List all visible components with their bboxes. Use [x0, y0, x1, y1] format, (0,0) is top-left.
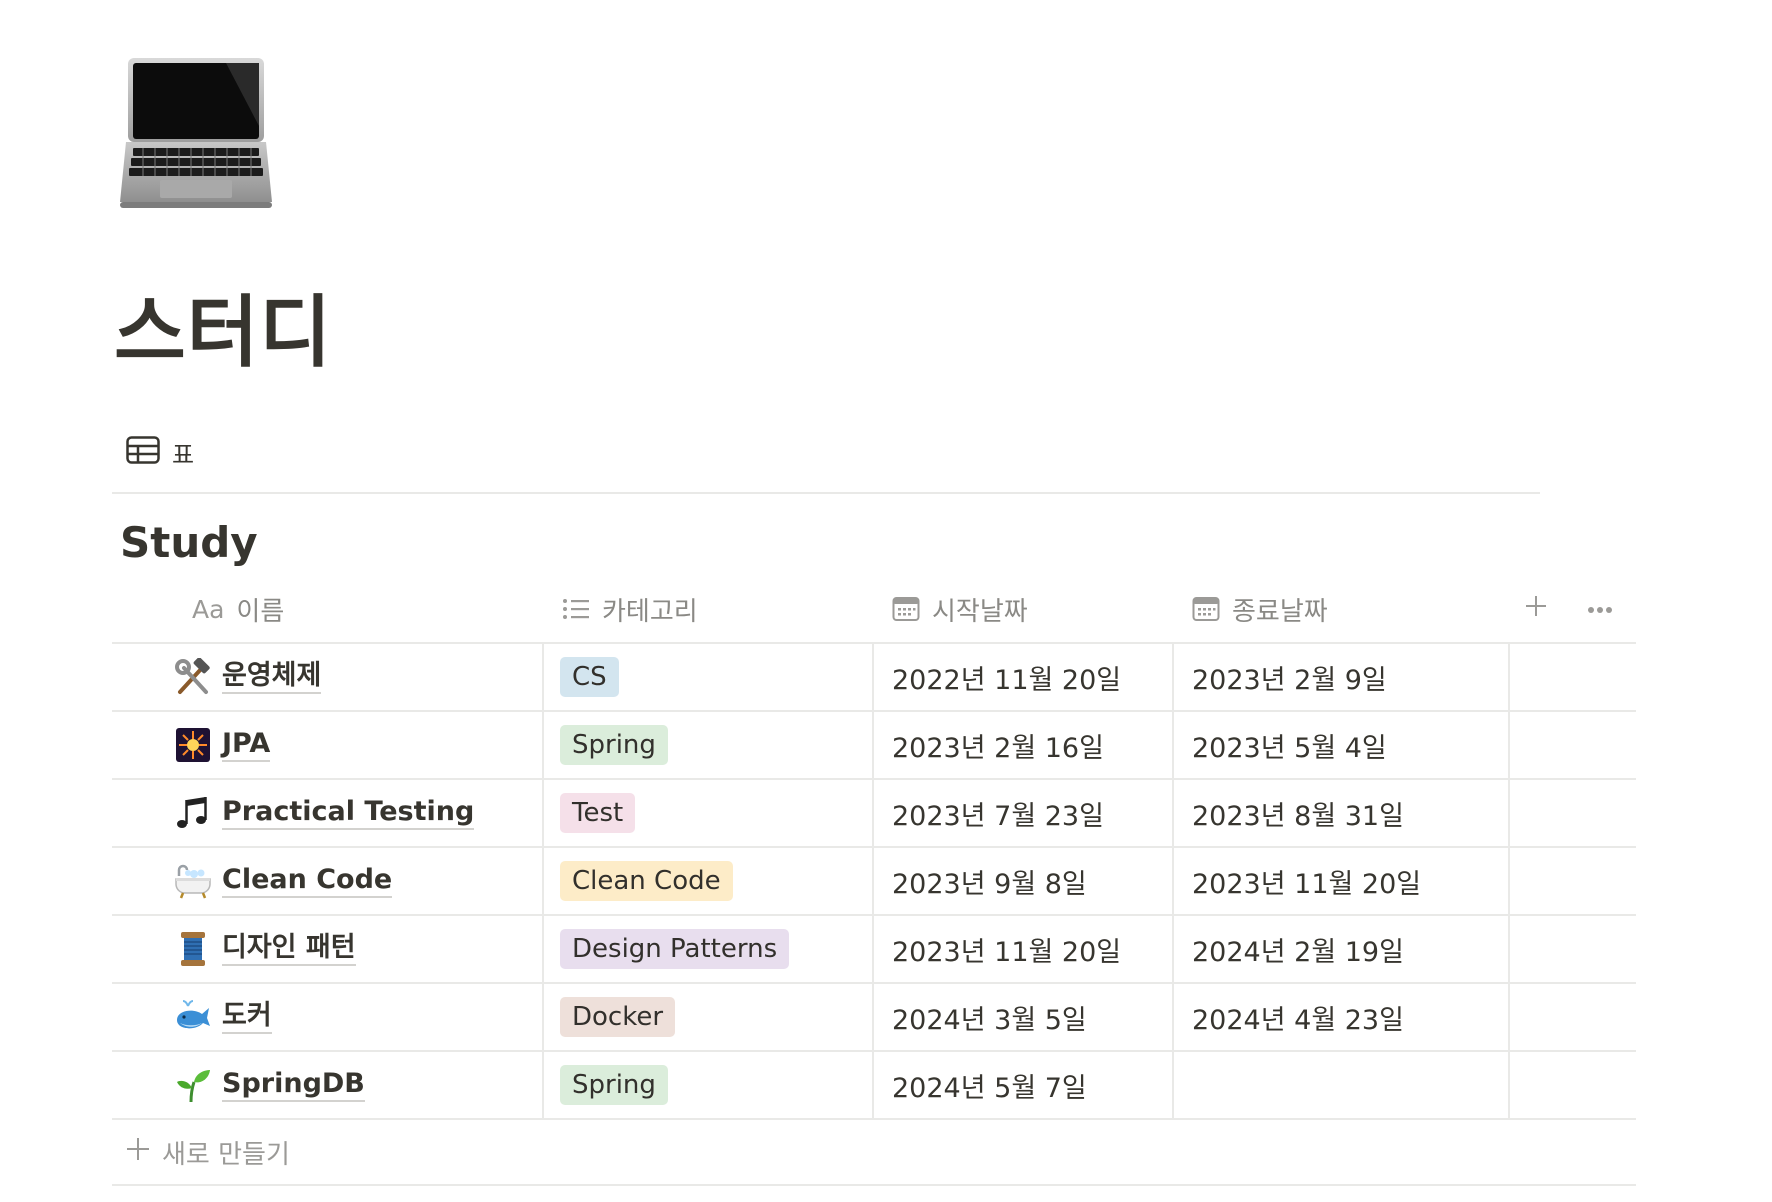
end-date: 2024년 2월 19일 [1192, 936, 1404, 968]
end-date-cell[interactable]: 2023년 8월 31일 [1192, 780, 1404, 846]
name-cell[interactable]: SpringDB [174, 1052, 365, 1118]
column-header-name[interactable]: Aa 이름 [192, 576, 284, 642]
sparkler-icon [174, 726, 212, 764]
tab-table-view[interactable]: 표 [126, 432, 194, 472]
end-date-cell[interactable]: 2023년 5월 4일 [1192, 712, 1387, 778]
category-tag: Docker [560, 997, 676, 1037]
row-name[interactable]: 도커 [222, 1000, 272, 1035]
start-date: 2024년 3월 5일 [892, 1004, 1087, 1036]
start-date-cell[interactable]: 2022년 11월 20일 [892, 644, 1121, 710]
category-tag: Spring [560, 1065, 668, 1105]
category-cell[interactable]: Clean Code [560, 848, 733, 914]
category-cell[interactable]: Design Patterns [560, 916, 790, 982]
end-date: 2023년 11월 20일 [1192, 868, 1422, 900]
database-title[interactable]: Study [120, 518, 258, 568]
new-row-button[interactable]: 새로 만들기 [112, 1120, 1636, 1186]
start-date-cell[interactable]: 2023년 2월 16일 [892, 712, 1104, 778]
category-cell[interactable]: CS [560, 644, 619, 710]
table-row[interactable]: 도커 Docker 2024년 3월 5일 2024년 4월 23일 [112, 984, 1636, 1052]
column-label: 시작날짜 [932, 596, 1028, 627]
start-date-cell[interactable]: 2023년 9월 8일 [892, 848, 1087, 914]
start-date: 2022년 11월 20일 [892, 664, 1122, 696]
column-header-category[interactable]: 카테고리 [562, 576, 698, 642]
end-date: 2023년 2월 9일 [1192, 664, 1387, 696]
category-tag: Clean Code [560, 861, 733, 901]
calendar-icon [892, 596, 920, 622]
column-header-end[interactable]: 종료날짜 [1192, 576, 1328, 642]
category-cell[interactable]: Test [560, 780, 636, 846]
table-row[interactable]: JPA Spring 2023년 2월 16일 2023년 5월 4일 [112, 712, 1636, 780]
table-icon [126, 436, 160, 468]
row-name[interactable]: SpringDB [222, 1068, 365, 1103]
category-tag: Test [560, 793, 636, 833]
start-date-cell[interactable]: 2023년 7월 23일 [892, 780, 1104, 846]
more-options-button[interactable] [1578, 586, 1622, 630]
column-header-start[interactable]: 시작날짜 [892, 576, 1028, 642]
row-name[interactable]: 운영체제 [222, 660, 322, 695]
page-title[interactable]: 스터디 [114, 294, 332, 372]
whale-icon [174, 998, 212, 1036]
end-date-cell[interactable]: 2024년 2월 19일 [1192, 916, 1404, 982]
table-row[interactable]: Clean Code Clean Code 2023년 9월 8일 2023년 … [112, 848, 1636, 916]
category-cell[interactable]: Spring [560, 1052, 668, 1118]
start-date-cell[interactable]: 2024년 3월 5일 [892, 984, 1087, 1050]
category-cell[interactable]: Spring [560, 712, 668, 778]
name-cell[interactable]: Clean Code [174, 848, 393, 914]
column-label: 카테고리 [602, 596, 698, 627]
table-header: Aa 이름 카테고리 시작날짜 종료날짜 [112, 576, 1636, 644]
name-cell[interactable]: 도커 [174, 984, 272, 1050]
end-date: 2023년 5월 4일 [1192, 732, 1387, 764]
category-tag: Spring [560, 725, 668, 765]
name-cell[interactable]: 운영체제 [174, 644, 322, 710]
add-property-button[interactable] [1514, 586, 1558, 630]
more-icon [1587, 599, 1613, 618]
end-date: 2023년 8월 31일 [1192, 800, 1404, 832]
text-property-icon: Aa [192, 594, 225, 624]
seedling-icon [174, 1066, 212, 1104]
view-divider [112, 492, 1540, 494]
end-date-cell[interactable]: 2024년 4월 23일 [1192, 984, 1404, 1050]
start-date: 2023년 7월 23일 [892, 800, 1104, 832]
start-date: 2024년 5월 7일 [892, 1072, 1087, 1104]
end-date: 2024년 4월 23일 [1192, 1004, 1404, 1036]
list-icon [562, 598, 590, 620]
category-tag: CS [560, 657, 619, 697]
name-cell[interactable]: Practical Testing [174, 780, 475, 846]
row-name[interactable]: Clean Code [222, 864, 393, 899]
start-date-cell[interactable]: 2023년 11월 20일 [892, 916, 1121, 982]
start-date: 2023년 9월 8일 [892, 868, 1087, 900]
name-cell[interactable]: 디자인 패턴 [174, 916, 356, 982]
table-row[interactable]: Practical Testing Test 2023년 7월 23일 2023… [112, 780, 1636, 848]
thread-spool-icon [174, 930, 212, 968]
tab-label: 표 [172, 440, 195, 469]
calendar-icon [1192, 596, 1220, 622]
laptop-icon[interactable] [118, 56, 274, 216]
row-name[interactable]: Practical Testing [222, 796, 475, 831]
category-cell[interactable]: Docker [560, 984, 676, 1050]
row-name[interactable]: JPA [222, 728, 271, 763]
music-notes-icon [174, 794, 212, 832]
bathtub-icon [174, 862, 212, 900]
table-row[interactable]: SpringDB Spring 2024년 5월 7일 [112, 1052, 1636, 1120]
column-label: 종료날짜 [1232, 596, 1328, 627]
name-cell[interactable]: JPA [174, 712, 271, 778]
start-date-cell[interactable]: 2024년 5월 7일 [892, 1052, 1087, 1118]
end-date-cell[interactable]: 2023년 2월 9일 [1192, 644, 1387, 710]
new-row-label: 새로 만들기 [162, 1139, 290, 1170]
row-name[interactable]: 디자인 패턴 [222, 932, 356, 967]
column-label: 이름 [236, 596, 285, 627]
hammer-wrench-icon [174, 658, 212, 696]
table-row[interactable]: 운영체제 CS 2022년 11월 20일 2023년 2월 9일 [112, 644, 1636, 712]
category-tag: Design Patterns [560, 929, 790, 969]
plus-icon [1525, 595, 1547, 621]
table-row[interactable]: 디자인 패턴 Design Patterns 2023년 11월 20일 202… [112, 916, 1636, 984]
start-date: 2023년 11월 20일 [892, 936, 1122, 968]
database-table: Aa 이름 카테고리 시작날짜 종료날짜 운영체제 CS 2022년 11월 2… [112, 576, 1636, 1186]
start-date: 2023년 2월 16일 [892, 732, 1104, 764]
end-date-cell[interactable]: 2023년 11월 20일 [1192, 848, 1421, 914]
plus-icon [126, 1137, 150, 1168]
